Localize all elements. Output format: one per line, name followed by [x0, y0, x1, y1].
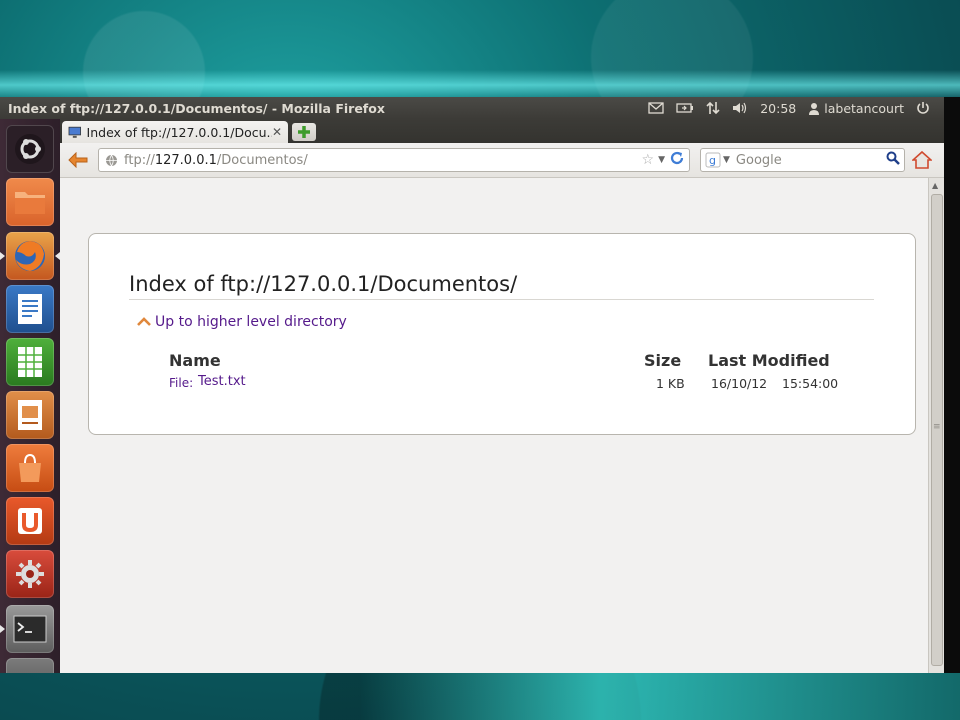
search-engine-dropdown-icon[interactable]: ▼: [723, 155, 730, 165]
panel-indicators: 20:58 labetancourt: [648, 101, 944, 116]
directory-listing-box: Index of ftp://127.0.0.1/Documentos/ Up …: [88, 233, 916, 435]
back-button[interactable]: [66, 151, 90, 169]
top-panel: Index of ftp://127.0.0.1/Documentos/ - M…: [0, 97, 944, 119]
navigation-toolbar: ftp://127.0.0.1/Documentos/ ☆ ▼ g ▼ Goog…: [60, 143, 944, 178]
firefox-icon: [15, 241, 45, 271]
plus-icon: [298, 126, 310, 138]
page-title: Index of ftp://127.0.0.1/Documentos/: [129, 272, 518, 296]
url-scheme: ftp://: [124, 152, 155, 168]
terminal-launcher[interactable]: [6, 605, 54, 653]
clock[interactable]: 20:58: [760, 101, 796, 116]
terminal-icon: [13, 615, 47, 643]
url-text: ftp://127.0.0.1/Documentos/: [124, 153, 308, 168]
file-type-label: File:: [169, 376, 194, 390]
file-date: 16/10/12: [711, 376, 768, 391]
mail-icon[interactable]: [648, 102, 664, 114]
url-host: 127.0.0.1: [154, 152, 217, 168]
battery-icon[interactable]: [676, 102, 694, 114]
volume-icon[interactable]: [732, 101, 748, 115]
arrow-left-icon: [68, 152, 88, 168]
url-path: /Documentos/: [216, 152, 308, 168]
home-button[interactable]: [910, 150, 934, 170]
search-icon[interactable]: [886, 151, 900, 169]
scroll-grip-icon: ≡: [933, 422, 941, 432]
tab-ftp-documentos[interactable]: Index of ftp://127.0.0.1/Docu... ✕: [62, 121, 288, 143]
calc-launcher[interactable]: [6, 338, 54, 386]
screen: Index of ftp://127.0.0.1/Documentos/ - M…: [0, 97, 944, 673]
folder-icon: [15, 192, 45, 214]
bookmark-star-icon[interactable]: ☆: [642, 152, 655, 168]
search-bar[interactable]: g ▼ Google: [700, 148, 905, 172]
user-menu[interactable]: labetancourt: [808, 101, 904, 116]
scroll-up-arrow[interactable]: ▲: [932, 181, 938, 190]
window-title: Index of ftp://127.0.0.1/Documentos/ - M…: [8, 100, 385, 116]
reload-icon[interactable]: [669, 150, 685, 170]
wallpaper-glow-bottom: [360, 672, 960, 720]
unity-launcher: [0, 119, 61, 673]
power-icon[interactable]: [916, 101, 930, 115]
history-dropdown-icon[interactable]: ▼: [658, 155, 665, 165]
dash-home-button[interactable]: [6, 125, 54, 173]
file-link-test-txt[interactable]: Test.txt: [198, 374, 246, 389]
tab-strip: Index of ftp://127.0.0.1/Docu... ✕: [60, 119, 944, 143]
svg-text:g: g: [709, 154, 716, 167]
table-row: File: Test.txt 1 KB 16/10/12 15:54:00: [89, 374, 915, 392]
gear-icon: [16, 560, 44, 588]
chevron-up-icon: [137, 317, 151, 326]
monitor-favicon-icon: [68, 126, 81, 138]
google-engine-icon[interactable]: g: [705, 152, 721, 168]
title-divider: [129, 299, 874, 300]
ubuntu-logo-icon: [15, 134, 45, 164]
tab-close-icon[interactable]: ✕: [272, 125, 282, 139]
up-directory-label: Up to higher level directory: [155, 314, 347, 330]
column-header-name[interactable]: Name: [169, 351, 221, 370]
workspace-switcher-launcher[interactable]: [6, 658, 54, 673]
presentation-icon: [18, 400, 42, 430]
user-icon: [809, 102, 820, 115]
software-center-launcher[interactable]: [6, 444, 54, 492]
writer-launcher[interactable]: [6, 285, 54, 333]
monitor-bezel: [944, 97, 960, 673]
ubuntu-one-icon: [18, 508, 42, 534]
firefox-launcher[interactable]: [6, 232, 54, 280]
url-bar[interactable]: ftp://127.0.0.1/Documentos/ ☆ ▼: [98, 148, 690, 172]
column-header-size[interactable]: Size: [644, 351, 681, 370]
user-name: labetancourt: [824, 100, 904, 116]
column-header-last-modified[interactable]: Last Modified: [708, 351, 830, 370]
search-input[interactable]: Google: [736, 153, 782, 168]
home-icon: [910, 150, 934, 169]
ubuntu-one-launcher[interactable]: [6, 497, 54, 545]
files-launcher[interactable]: [6, 178, 54, 226]
wallpaper-glow: [0, 70, 960, 100]
system-settings-launcher[interactable]: [6, 550, 54, 598]
page-content: Index of ftp://127.0.0.1/Documentos/ Up …: [60, 178, 928, 673]
shopping-bag-icon: [19, 453, 41, 482]
file-size: 1 KB: [656, 376, 685, 391]
document-icon: [18, 294, 42, 324]
tab-label: Index of ftp://127.0.0.1/Docu...: [86, 124, 272, 140]
globe-icon: [106, 154, 117, 167]
spreadsheet-icon: [18, 347, 42, 377]
network-icon[interactable]: [706, 101, 720, 115]
up-directory-link[interactable]: Up to higher level directory: [137, 314, 347, 330]
vertical-scrollbar[interactable]: ▲ ≡: [928, 178, 944, 673]
impress-launcher[interactable]: [6, 391, 54, 439]
file-time: 15:54:00: [782, 376, 839, 391]
new-tab-button[interactable]: [292, 123, 316, 141]
